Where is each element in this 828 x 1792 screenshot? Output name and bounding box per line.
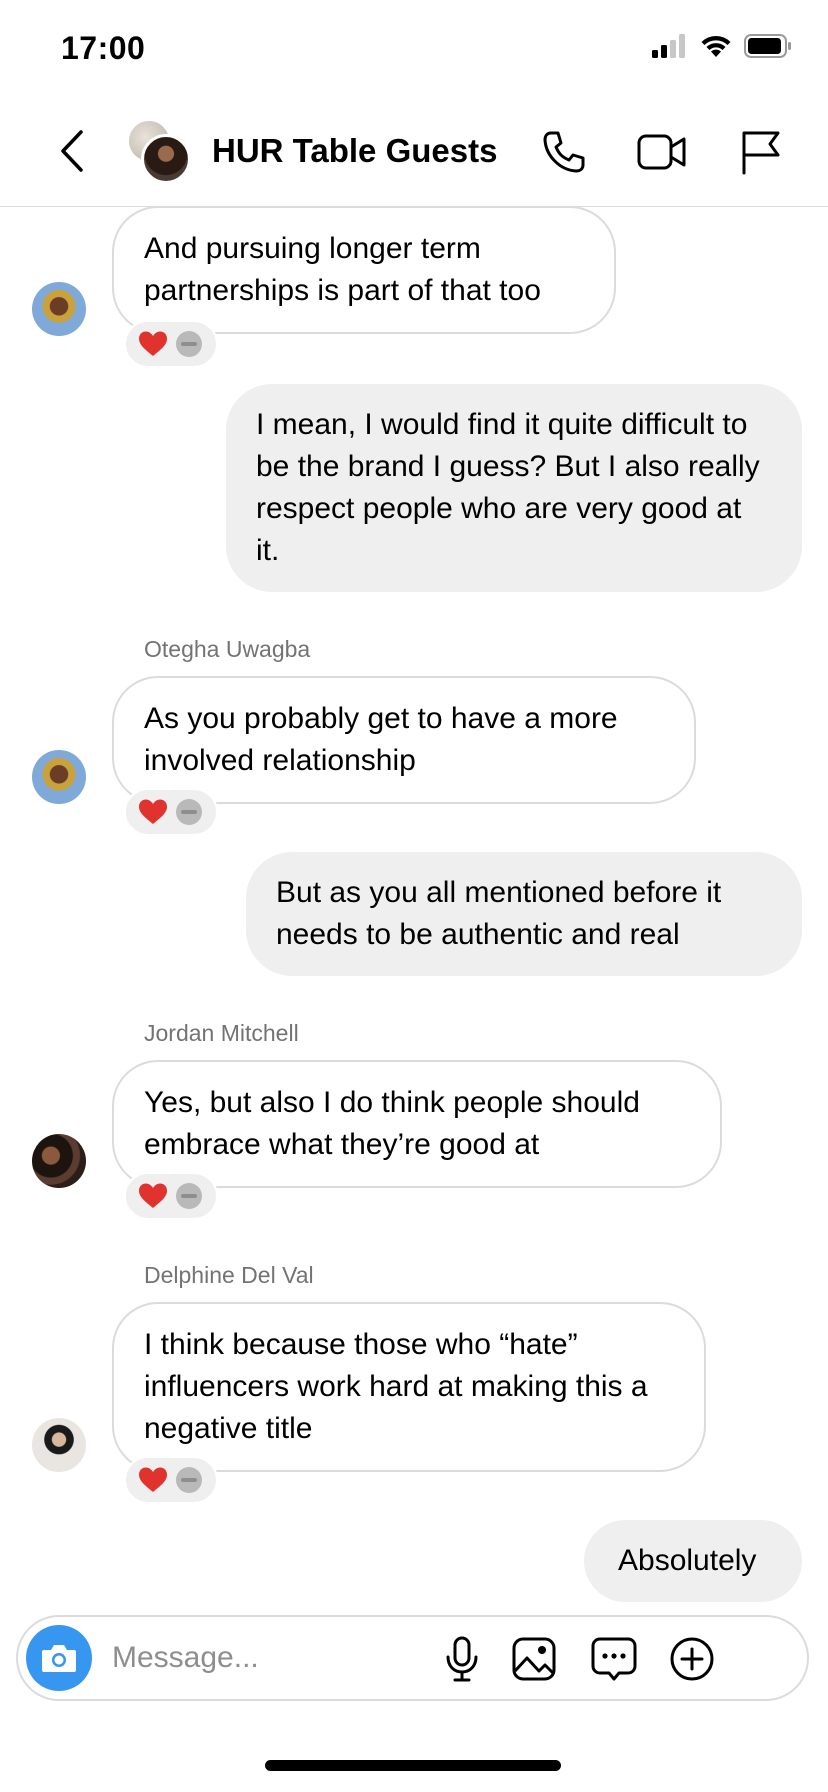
message-text: But as you all mentioned before it needs… bbox=[276, 876, 722, 951]
heart-icon bbox=[138, 1465, 168, 1495]
message-reactions[interactable] bbox=[124, 788, 218, 836]
avatar[interactable] bbox=[32, 282, 86, 336]
image-icon bbox=[512, 1637, 556, 1681]
message-list[interactable]: And pursuing longer term partnerships is… bbox=[0, 206, 828, 1608]
message-reactions[interactable] bbox=[124, 1456, 218, 1504]
gallery-button[interactable] bbox=[508, 1633, 560, 1685]
call-button[interactable] bbox=[538, 126, 590, 178]
battery-icon bbox=[744, 34, 791, 58]
message-composer bbox=[16, 1615, 809, 1701]
message-input[interactable] bbox=[112, 1635, 432, 1681]
microphone-icon bbox=[446, 1636, 478, 1682]
video-call-button[interactable] bbox=[636, 126, 688, 178]
report-button[interactable] bbox=[734, 126, 786, 178]
message-bubble[interactable]: And pursuing longer term partnerships is… bbox=[112, 206, 616, 334]
home-indicator[interactable] bbox=[265, 1760, 561, 1771]
flag-icon bbox=[742, 131, 780, 175]
heart-icon bbox=[138, 329, 168, 359]
message-text: Absolutely bbox=[618, 1544, 757, 1577]
reactor-avatar bbox=[176, 1467, 202, 1493]
status-time: 17:00 bbox=[61, 30, 146, 66]
signal-icon bbox=[652, 34, 685, 58]
avatar bbox=[141, 134, 191, 184]
message-bubble[interactable]: Absolutely bbox=[584, 1520, 802, 1602]
message-bubble[interactable]: But as you all mentioned before it needs… bbox=[246, 852, 802, 976]
status-icons bbox=[652, 34, 792, 58]
more-button[interactable] bbox=[666, 1633, 718, 1685]
message-bubble[interactable]: I think because those who “hate” influen… bbox=[112, 1302, 706, 1472]
camera-icon bbox=[42, 1645, 76, 1672]
avatar[interactable] bbox=[32, 1134, 86, 1188]
phone-icon bbox=[543, 131, 585, 173]
sender-name: Otegha Uwagba bbox=[144, 636, 311, 662]
message-reactions[interactable] bbox=[124, 320, 218, 368]
chat-header: HUR Table Guests bbox=[0, 100, 828, 207]
message-bubble[interactable]: I mean, I would find it quite difficult … bbox=[226, 384, 802, 592]
sticker-icon bbox=[591, 1637, 637, 1681]
reactor-avatar bbox=[176, 331, 202, 357]
heart-icon bbox=[138, 1181, 168, 1211]
group-avatar[interactable] bbox=[126, 118, 192, 184]
avatar[interactable] bbox=[32, 750, 86, 804]
back-button[interactable] bbox=[52, 126, 92, 176]
reactor-avatar bbox=[176, 1183, 202, 1209]
wifi-icon bbox=[701, 35, 731, 57]
video-icon bbox=[637, 134, 686, 170]
back-icon bbox=[61, 130, 83, 172]
message-reactions[interactable] bbox=[124, 1172, 218, 1220]
chat-title[interactable]: HUR Table Guests bbox=[212, 132, 497, 170]
status-bar: 17:00 bbox=[0, 0, 828, 100]
sender-name: Delphine Del Val bbox=[144, 1262, 314, 1288]
message-text: As you probably get to have a more invol… bbox=[144, 702, 618, 777]
heart-icon bbox=[138, 797, 168, 827]
message-text: I mean, I would find it quite difficult … bbox=[256, 408, 760, 567]
message-text: Yes, but also I do think people should e… bbox=[144, 1086, 640, 1161]
message-text: I think because those who “hate” influen… bbox=[144, 1328, 648, 1445]
reactor-avatar bbox=[176, 799, 202, 825]
sender-name: Jordan Mitchell bbox=[144, 1020, 299, 1046]
plus-icon bbox=[670, 1637, 714, 1681]
message-bubble[interactable]: As you probably get to have a more invol… bbox=[112, 676, 696, 804]
avatar[interactable] bbox=[32, 1418, 86, 1472]
voice-message-button[interactable] bbox=[436, 1633, 488, 1685]
message-bubble[interactable]: Yes, but also I do think people should e… bbox=[112, 1060, 722, 1188]
message-text: And pursuing longer term partnerships is… bbox=[144, 232, 541, 307]
sticker-button[interactable] bbox=[588, 1633, 640, 1685]
camera-button[interactable] bbox=[26, 1625, 92, 1691]
